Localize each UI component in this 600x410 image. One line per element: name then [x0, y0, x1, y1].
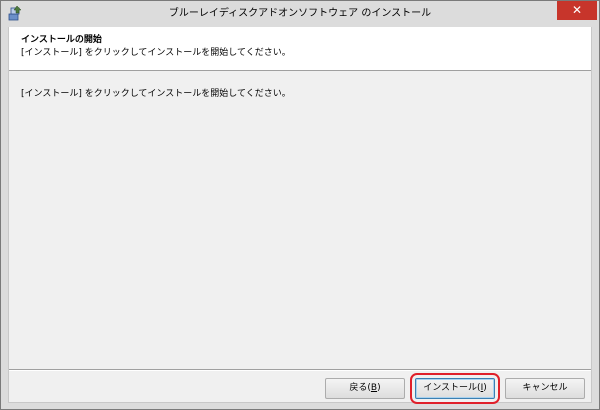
installer-window: ブルーレイディスクアドオンソフトウェア のインストール ✕ インストールの開始 …: [0, 0, 600, 410]
back-label: 戻る(: [349, 383, 371, 393]
window-title: ブルーレイディスクアドオンソフトウェア のインストール: [168, 8, 432, 19]
back-button[interactable]: 戻る(B): [325, 378, 405, 399]
page-subtext: [インストール] をクリックしてインストールを開始してください。: [21, 48, 291, 58]
dialog-content: インストールの開始 [インストール] をクリックしてインストールを開始してくださ…: [8, 27, 592, 404]
divider: [9, 369, 591, 371]
install-label: インストール(: [423, 383, 481, 393]
back-suffix: ): [377, 383, 381, 393]
installer-icon: [8, 5, 22, 21]
header-panel: インストールの開始 [インストール] をクリックしてインストールを開始してくださ…: [9, 27, 591, 71]
install-suffix: ): [483, 383, 487, 393]
page-heading: インストールの開始: [21, 35, 102, 45]
close-icon: ✕: [571, 3, 583, 17]
cancel-label: キャンセル: [522, 383, 568, 393]
close-button[interactable]: ✕: [557, 1, 597, 20]
title-bar[interactable]: ブルーレイディスクアドオンソフトウェア のインストール ✕: [1, 1, 599, 27]
cancel-button[interactable]: キャンセル: [505, 378, 585, 399]
instruction-text: [インストール] をクリックしてインストールを開始してください。: [21, 89, 291, 99]
install-button[interactable]: インストール(I): [415, 378, 495, 399]
